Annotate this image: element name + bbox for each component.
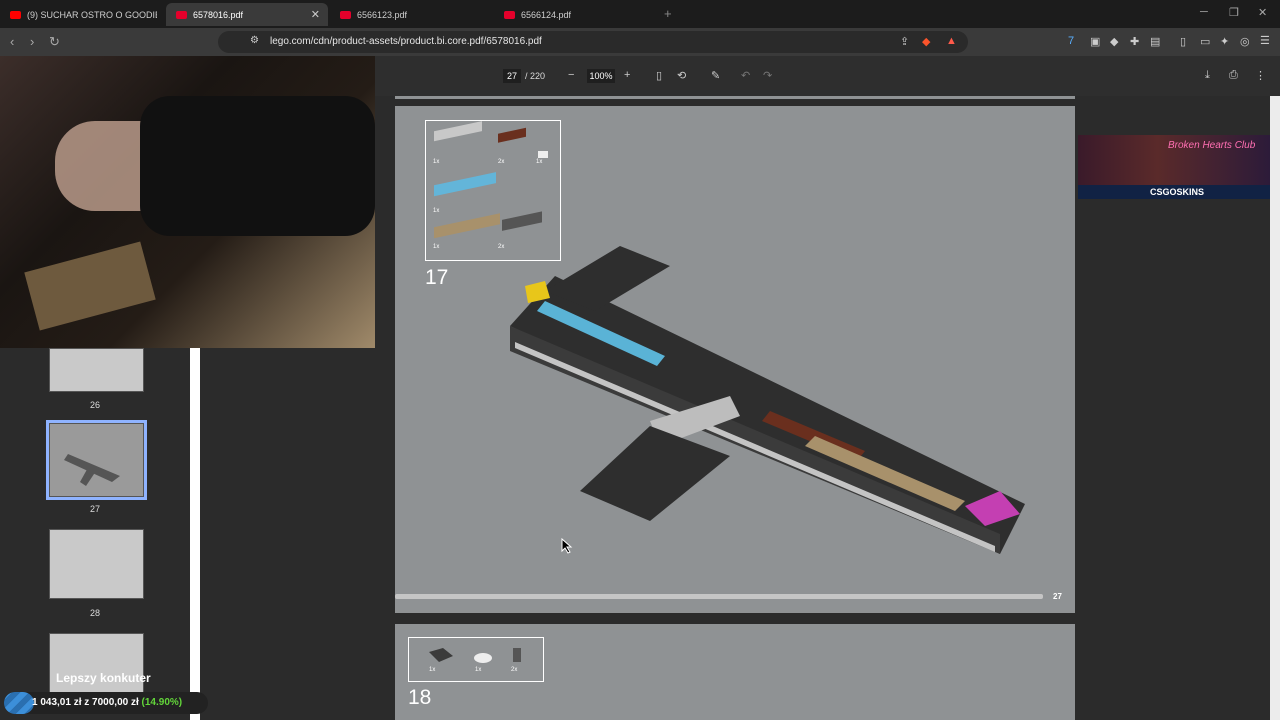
mouse-cursor <box>561 538 573 554</box>
parts-list-box: 1x 1x 2x <box>408 637 544 682</box>
thumbnail-label: 28 <box>89 608 100 618</box>
more-options-icon[interactable]: ⋮ <box>1255 69 1266 82</box>
zoom-input[interactable]: 100% <box>587 69 615 83</box>
sidebar-icon[interactable]: ▯ <box>1180 35 1186 48</box>
lego-pieces-image <box>24 241 156 331</box>
rotate-icon[interactable]: ⟲ <box>677 69 686 82</box>
tab-pdf-6566124[interactable]: 6566124.pdf <box>494 3 656 26</box>
previous-page-edge <box>395 96 1075 99</box>
close-icon[interactable]: ✕ <box>311 8 320 21</box>
annotate-icon[interactable]: ✎ <box>711 69 720 82</box>
viewer-scrollbar[interactable] <box>1270 96 1280 720</box>
empty-panel <box>200 348 375 720</box>
menu-icon[interactable]: ☰ <box>1260 34 1270 47</box>
lego-icon <box>504 10 515 19</box>
thumbnail-page-28[interactable] <box>49 529 144 599</box>
tab-label: 6578016.pdf <box>193 9 244 20</box>
restore-icon[interactable]: ❐ <box>1229 6 1239 19</box>
back-icon[interactable]: ‹ <box>10 34 14 49</box>
leo-ai-icon[interactable]: ✦ <box>1220 35 1229 48</box>
extension-icon[interactable]: 7 <box>1068 35 1074 47</box>
page-count: / 220 <box>525 71 546 81</box>
lower-plate <box>580 426 730 521</box>
thumbnail-page-26[interactable] <box>49 348 144 392</box>
fit-page-icon[interactable]: ▯ <box>656 69 662 82</box>
donation-progress-fill <box>4 692 35 714</box>
print-icon[interactable]: ⎙ <box>1229 69 1238 82</box>
site-settings-icon[interactable]: ⚙ <box>250 35 259 46</box>
page-progress-bar <box>395 594 1043 599</box>
donation-progress-text: 1 043,01 zł z 7000,00 zł (14.90%) <box>32 697 182 708</box>
wallet-icon[interactable]: ▭ <box>1200 35 1210 48</box>
window-close-icon[interactable]: ✕ <box>1258 6 1267 19</box>
pdf-page-27: 1x 2x 1x 1x 1x 2x 17 27 <box>395 106 1075 613</box>
parts-illustration <box>429 648 521 663</box>
new-tab-plus-icon[interactable]: + <box>664 6 672 21</box>
thumbnail-preview <box>64 454 120 486</box>
lego-icon <box>176 10 187 19</box>
sponsor-banner: Broken Hearts Club CSGOSKINS <box>1078 135 1276 199</box>
undo-icon[interactable]: ↶ <box>741 69 750 82</box>
part-quantity: 1x <box>429 667 436 673</box>
donation-goal: z 7000,00 zł <box>84 697 139 708</box>
tab-label: 6566123.pdf <box>357 9 408 20</box>
vpn-icon[interactable]: ◎ <box>1240 35 1250 48</box>
webcam-overlay <box>0 56 375 348</box>
brave-shield-icon[interactable]: ◆ <box>922 35 930 48</box>
share-icon[interactable]: ⇪ <box>900 35 909 48</box>
forward-icon[interactable]: › <box>30 34 34 49</box>
donation-percent: (14.90%) <box>141 697 183 708</box>
tab-bar: (9) SUCHAR OSTRO O GOODIESI OD 6578016.p… <box>0 0 1280 28</box>
sidebar-scrollbar[interactable] <box>190 348 200 720</box>
youtube-icon <box>10 10 21 19</box>
step-number: 18 <box>408 686 432 709</box>
pdf-toolbar: 27 / 220 − 100% + ▯ ⟲ ✎ ↶ ↷ ⤓ ⎙ ⋮ <box>375 56 1280 96</box>
zoom-out-icon[interactable]: − <box>568 69 574 81</box>
zoom-in-icon[interactable]: + <box>624 69 630 81</box>
page-number: 27 <box>1053 592 1062 601</box>
lego-icon <box>340 10 351 19</box>
extension-icon[interactable]: ▣ <box>1090 35 1100 48</box>
part-quantity: 2x <box>511 667 518 673</box>
tab-label: (9) SUCHAR OSTRO O GOODIESI OD <box>27 9 157 20</box>
tab-youtube[interactable]: (9) SUCHAR OSTRO O GOODIESI OD <box>0 3 165 26</box>
neon-sign-text: Broken Hearts Club <box>1168 140 1256 151</box>
donation-goal-title: Lepszy konkuter <box>56 671 151 685</box>
redo-icon[interactable]: ↷ <box>763 69 772 82</box>
sponsor-name: CSGOSKINS <box>1078 185 1276 199</box>
reload-icon[interactable]: ↻ <box>49 34 60 50</box>
address-bar[interactable]: ⚙ lego.com/cdn/product-assets/product.bi… <box>218 31 968 53</box>
download-icon[interactable]: ⤓ <box>1205 69 1210 82</box>
pdf-page-28: 1x 1x 2x 18 <box>395 624 1075 720</box>
page-number-input[interactable]: 27 <box>503 69 521 83</box>
tab-pdf-6566123[interactable]: 6566123.pdf <box>330 3 492 26</box>
extension-icon[interactable]: ▤ <box>1150 35 1160 48</box>
sleeve-image <box>140 96 375 236</box>
thumbnail-sidebar: 26 27 28 <box>0 348 190 720</box>
minimize-icon[interactable]: ─ <box>1200 6 1208 18</box>
part-quantity: 1x <box>475 667 482 673</box>
thumbnail-page-27[interactable] <box>46 420 147 500</box>
thumbnail-label: 27 <box>89 504 100 514</box>
thumbnail-label: 26 <box>89 400 100 410</box>
url-text: lego.com/cdn/product-assets/product.bi.c… <box>270 36 542 47</box>
donation-amount: 1 043,01 zł <box>32 697 82 708</box>
extensions-puzzle-icon[interactable]: ✚ <box>1130 35 1139 48</box>
tab-label: 6566124.pdf <box>521 9 572 20</box>
navigation-bar: ‹ › ↻ 🔖︎ ⚙ lego.com/cdn/product-assets/p… <box>0 28 1280 56</box>
build-model-illustration <box>510 246 1025 554</box>
tab-pdf-6578016[interactable]: 6578016.pdf ✕ <box>166 3 328 26</box>
extension-icon[interactable]: ◆ <box>1110 35 1118 48</box>
brave-rewards-icon[interactable]: ▲ <box>946 35 957 47</box>
